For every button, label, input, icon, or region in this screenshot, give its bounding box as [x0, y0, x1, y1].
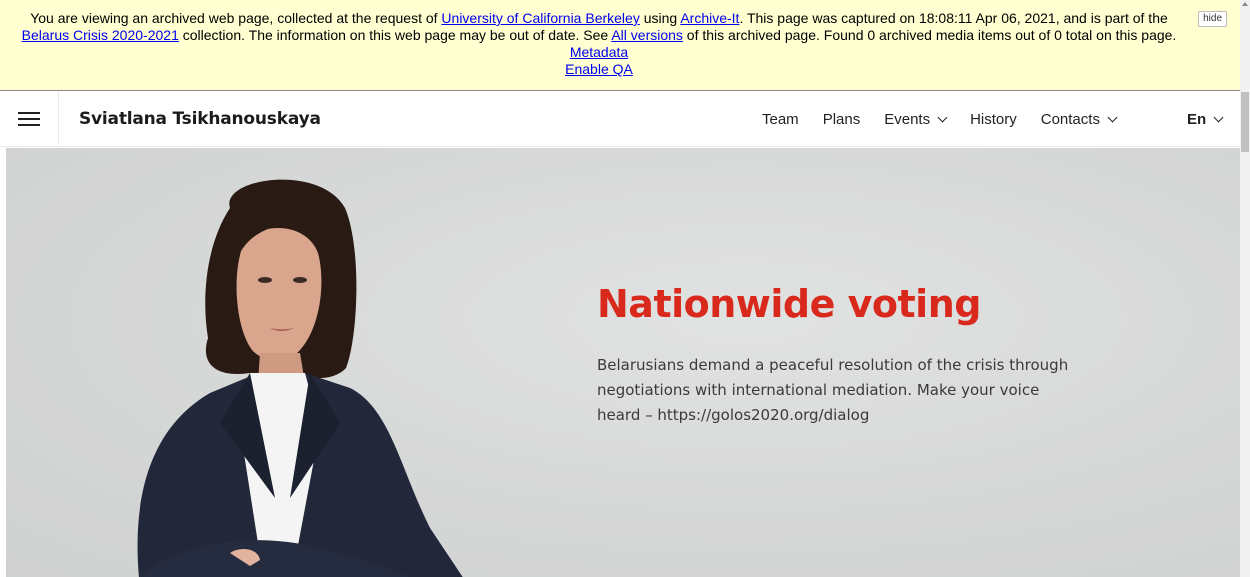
page-scrollbar[interactable] — [1240, 0, 1250, 577]
chevron-down-icon — [1107, 112, 1118, 122]
main-nav: Team Plans Events History Contacts — [762, 91, 1140, 147]
enable-qa-link[interactable]: Enable QA — [565, 61, 633, 77]
hamburger-icon — [18, 111, 40, 127]
nav-label: Events — [884, 110, 931, 128]
institution-link[interactable]: University of California Berkeley — [441, 10, 639, 26]
nav-item-contacts[interactable]: Contacts — [1040, 110, 1118, 128]
banner-text: You are viewing an archived web page, co… — [30, 10, 442, 26]
chevron-down-icon — [937, 112, 948, 122]
chevron-down-icon — [1213, 112, 1224, 122]
site-brand[interactable]: Sviatlana Tsikhanouskaya — [79, 109, 321, 129]
nav-item-team[interactable]: Team — [762, 111, 799, 128]
nav-item-history[interactable]: History — [970, 111, 1017, 128]
language-selector[interactable]: En — [1187, 91, 1224, 147]
banner-text: collection. The information on this web … — [178, 27, 612, 43]
nav-label: Team — [762, 110, 799, 128]
site-header: Sviatlana Tsikhanouskaya Team Plans Even… — [0, 90, 1240, 147]
archive-it-link[interactable]: Archive-It — [680, 10, 739, 26]
archive-banner: You are viewing an archived web page, co… — [0, 0, 1250, 91]
hero-title: Nationwide voting — [597, 282, 981, 326]
banner-text: of this archived page. Found 0 archived … — [682, 27, 1177, 43]
nav-item-plans[interactable]: Plans — [823, 111, 861, 128]
metadata-link[interactable]: Metadata — [570, 44, 628, 60]
menu-button[interactable] — [0, 90, 59, 147]
hero-banner: Nationwide voting Belarusians demand a p… — [0, 148, 1240, 577]
banner-text: using — [639, 10, 681, 26]
collection-link[interactable]: Belarus Crisis 2020-2021 — [22, 27, 179, 43]
nav-label: Plans — [822, 110, 861, 128]
scrollbar-thumb[interactable] — [1241, 92, 1249, 152]
all-versions-link[interactable]: All versions — [611, 27, 683, 43]
scroll-up-icon[interactable] — [1242, 2, 1248, 6]
nav-item-events[interactable]: Events — [884, 110, 948, 128]
language-label: En — [1187, 110, 1207, 128]
portrait-image — [137, 179, 463, 577]
banner-text: . This page was captured on 18:08:11 Apr… — [739, 10, 1168, 26]
hero-description: Belarusians demand a peaceful resolution… — [597, 356, 1069, 424]
nav-label: History — [970, 110, 1017, 128]
hide-banner-button[interactable]: hide — [1198, 11, 1227, 27]
nav-label: Contacts — [1040, 110, 1100, 128]
